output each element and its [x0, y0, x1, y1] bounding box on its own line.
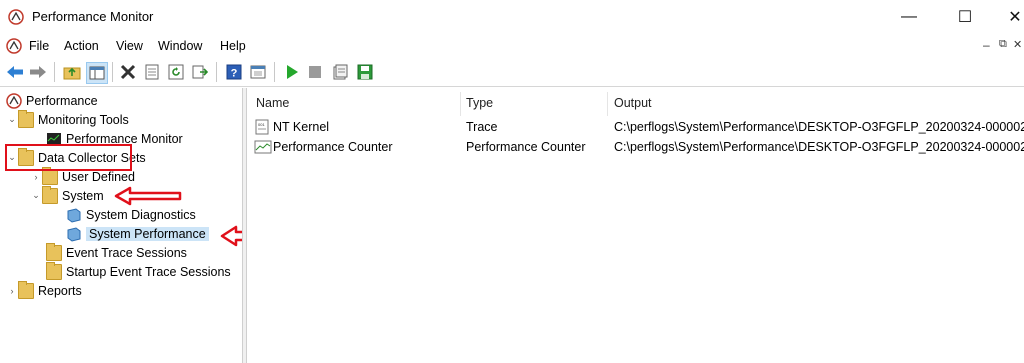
tree-label: System Performance [86, 226, 209, 241]
column-header-type[interactable]: Type [466, 96, 493, 110]
chevron-down-icon[interactable]: ⌄ [6, 114, 18, 125]
row-output: C:\perflogs\System\Performance\DESKTOP-O… [614, 140, 1024, 154]
tree-label: Monitoring Tools [38, 112, 129, 127]
export-icon[interactable] [190, 62, 210, 82]
perfmon-icon [6, 92, 22, 109]
properties-icon[interactable] [142, 62, 162, 82]
menu-view[interactable]: View [116, 39, 143, 53]
tree-node-system[interactable]: ⌄ System [30, 185, 104, 205]
folder-icon [46, 242, 62, 261]
tree-node-startup-event-trace-sessions[interactable]: Startup Event Trace Sessions [46, 261, 231, 281]
toolbar-separator [216, 62, 217, 82]
save-icon[interactable] [355, 62, 375, 82]
column-divider[interactable] [460, 92, 461, 116]
folder-icon [46, 261, 62, 280]
forward-icon[interactable] [28, 62, 48, 82]
toolbar-separator [112, 62, 113, 82]
row-type: Performance Counter [466, 140, 586, 154]
system-menu-icon[interactable] [6, 38, 22, 54]
menu-bar [0, 35, 1024, 57]
column-header-name[interactable]: Name [256, 96, 289, 110]
row-type: Trace [466, 120, 498, 134]
toolbar-separator [54, 62, 55, 82]
svg-text:?: ? [231, 68, 238, 80]
mdi-restore-button[interactable]: ⧉ [999, 38, 1007, 51]
folder-icon [18, 280, 34, 299]
tree-node-performance[interactable]: Performance [6, 91, 98, 110]
tree-label: User Defined [62, 169, 135, 184]
annotation-highlight-box [5, 144, 132, 171]
row-name: NT Kernel [273, 120, 330, 134]
column-divider[interactable] [607, 92, 608, 116]
mdi-minimize-button[interactable]: – [983, 38, 990, 52]
stop-icon[interactable] [305, 62, 325, 82]
back-icon[interactable] [5, 62, 25, 82]
tree-label: Event Trace Sessions [66, 245, 187, 260]
close-button[interactable]: ✕ [992, 0, 1024, 34]
minimize-button[interactable]: — [886, 0, 932, 34]
window-title: Performance Monitor [32, 9, 154, 24]
system-folder-icon [42, 185, 58, 204]
annotation-arrow [114, 186, 184, 209]
maximize-button[interactable]: ☐ [942, 0, 988, 34]
menu-help[interactable]: Help [220, 39, 246, 53]
tree-label: Performance [26, 93, 98, 108]
column-header-output[interactable]: Output [614, 96, 652, 110]
menu-window[interactable]: Window [158, 39, 202, 53]
trace-document-icon: 001 [255, 119, 271, 135]
help-icon[interactable]: ? [224, 62, 244, 82]
menu-action[interactable]: Action [64, 39, 99, 53]
tree-node-reports[interactable]: › Reports [6, 280, 82, 300]
tree-label: System Diagnostics [86, 207, 196, 222]
perfmon-app-icon [8, 9, 24, 25]
row-output: C:\perflogs\System\Performance\DESKTOP-O… [614, 120, 1024, 134]
delete-icon[interactable] [118, 62, 138, 82]
title-bar [0, 0, 1024, 34]
up-folder-icon[interactable] [62, 62, 82, 82]
toolbar-separator [274, 62, 275, 82]
tree-label: Reports [38, 283, 82, 298]
tree-label: System [62, 188, 104, 203]
counter-chart-icon [254, 140, 272, 154]
svg-text:001: 001 [258, 122, 265, 127]
collector-set-icon [66, 226, 82, 242]
chevron-right-icon[interactable]: › [6, 286, 18, 296]
tree-node-event-trace-sessions[interactable]: Event Trace Sessions [46, 242, 187, 262]
view-icon[interactable] [248, 62, 268, 82]
folder-icon [18, 109, 34, 128]
tree-label: Startup Event Trace Sessions [66, 264, 231, 279]
row-name: Performance Counter [273, 140, 393, 154]
refresh-icon[interactable] [166, 62, 186, 82]
mdi-close-button[interactable]: ✕ [1013, 38, 1022, 51]
collector-set-icon [66, 207, 82, 223]
show-hide-tree-icon[interactable] [86, 62, 108, 84]
tree-node-monitoring-tools[interactable]: ⌄ Monitoring Tools [6, 109, 129, 129]
tree-node-system-performance[interactable]: System Performance [66, 224, 209, 243]
start-icon[interactable] [282, 62, 302, 82]
chevron-down-icon[interactable]: ⌄ [30, 190, 42, 201]
menu-file[interactable]: File [29, 39, 49, 53]
chevron-right-icon[interactable]: › [30, 172, 42, 182]
new-icon[interactable] [330, 62, 350, 82]
